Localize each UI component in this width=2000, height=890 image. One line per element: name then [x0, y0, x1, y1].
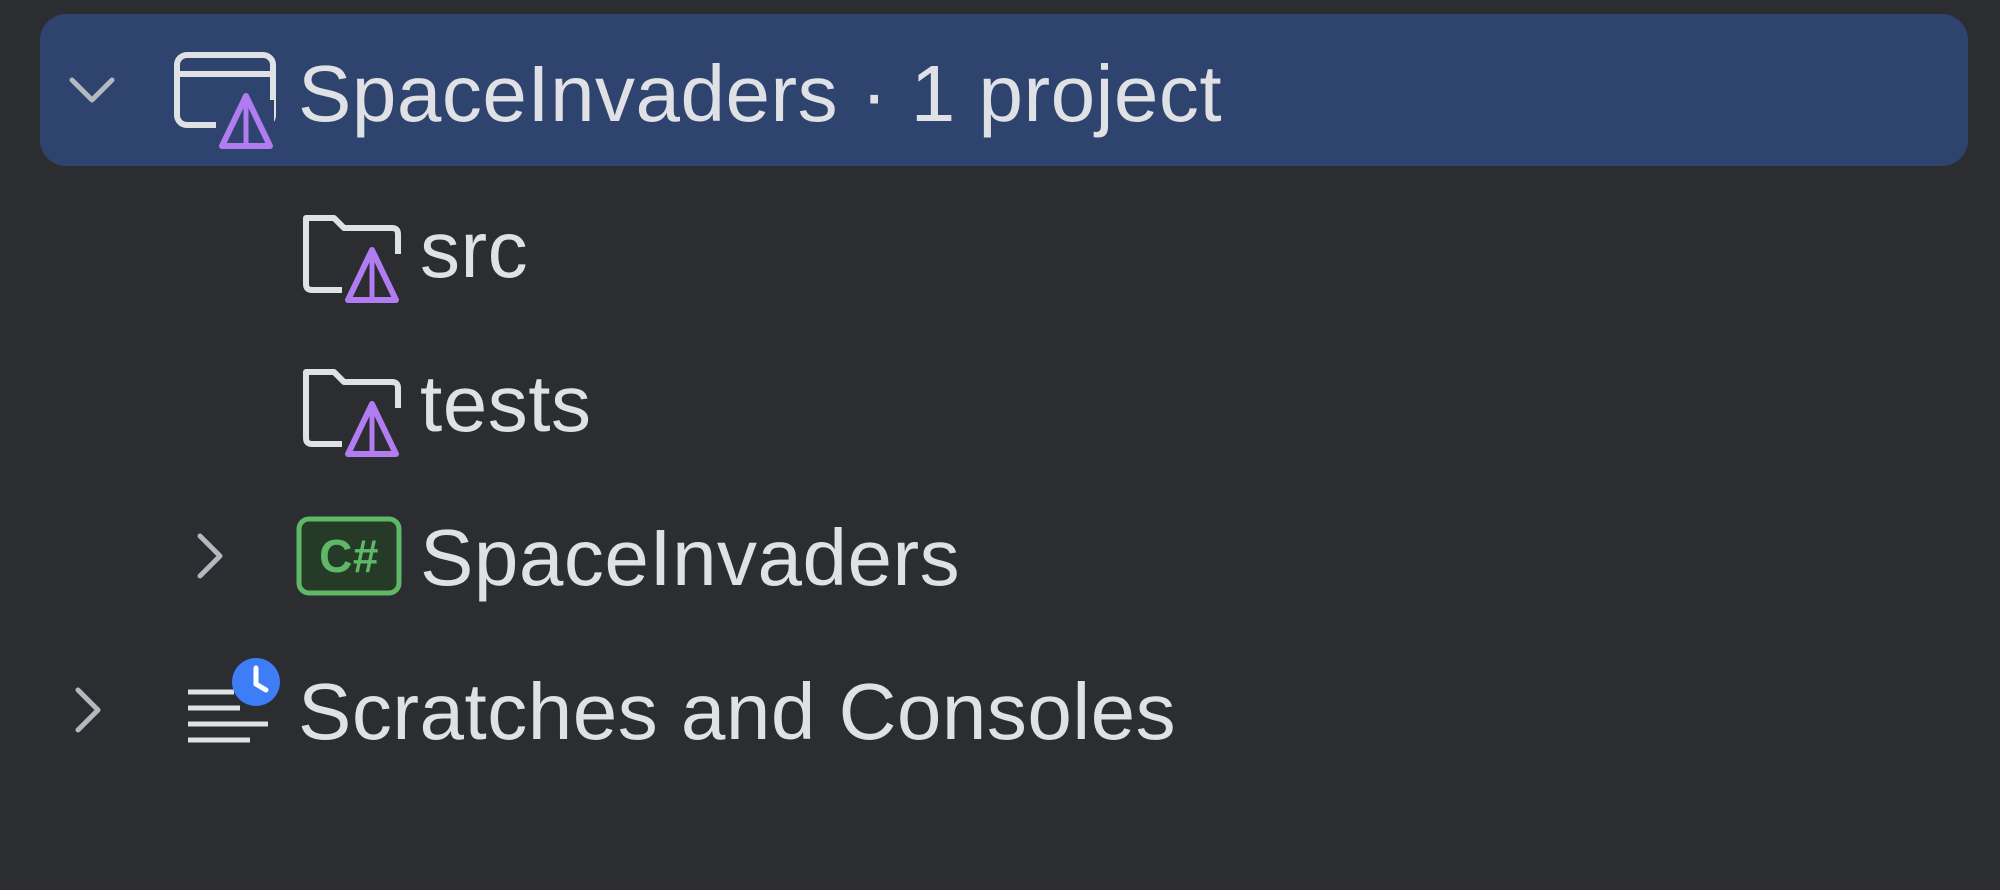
scratches-label: Scratches and Consoles: [298, 667, 1177, 756]
scratches-icon: [184, 656, 284, 775]
solution-folder-icon: [300, 204, 410, 333]
tree-row-scratches[interactable]: Scratches and Consoles: [0, 634, 2000, 786]
tree-row-solution[interactable]: SpaceInvaders · 1 project: [0, 14, 2000, 166]
folder-label-src: src: [420, 205, 529, 294]
csharp-icon-text: C#: [319, 530, 379, 582]
folder-label-tests: tests: [420, 359, 592, 448]
chevron-down-icon[interactable]: [62, 60, 122, 120]
tree-row-project[interactable]: C# SpaceInvaders: [0, 480, 2000, 632]
solution-label: SpaceInvaders · 1 project: [298, 49, 1223, 138]
tree-row-folder-tests[interactable]: tests: [0, 326, 2000, 478]
project-label: SpaceInvaders: [420, 513, 961, 602]
tree-row-folder-src[interactable]: src: [0, 172, 2000, 324]
solution-icon: [172, 50, 282, 179]
chevron-right-icon[interactable]: [180, 526, 240, 586]
solution-folder-icon: [300, 358, 410, 487]
project-tree: SpaceInvaders · 1 project src tests C# S…: [0, 0, 2000, 890]
csharp-project-icon: C#: [296, 516, 402, 615]
chevron-right-icon[interactable]: [58, 680, 118, 740]
